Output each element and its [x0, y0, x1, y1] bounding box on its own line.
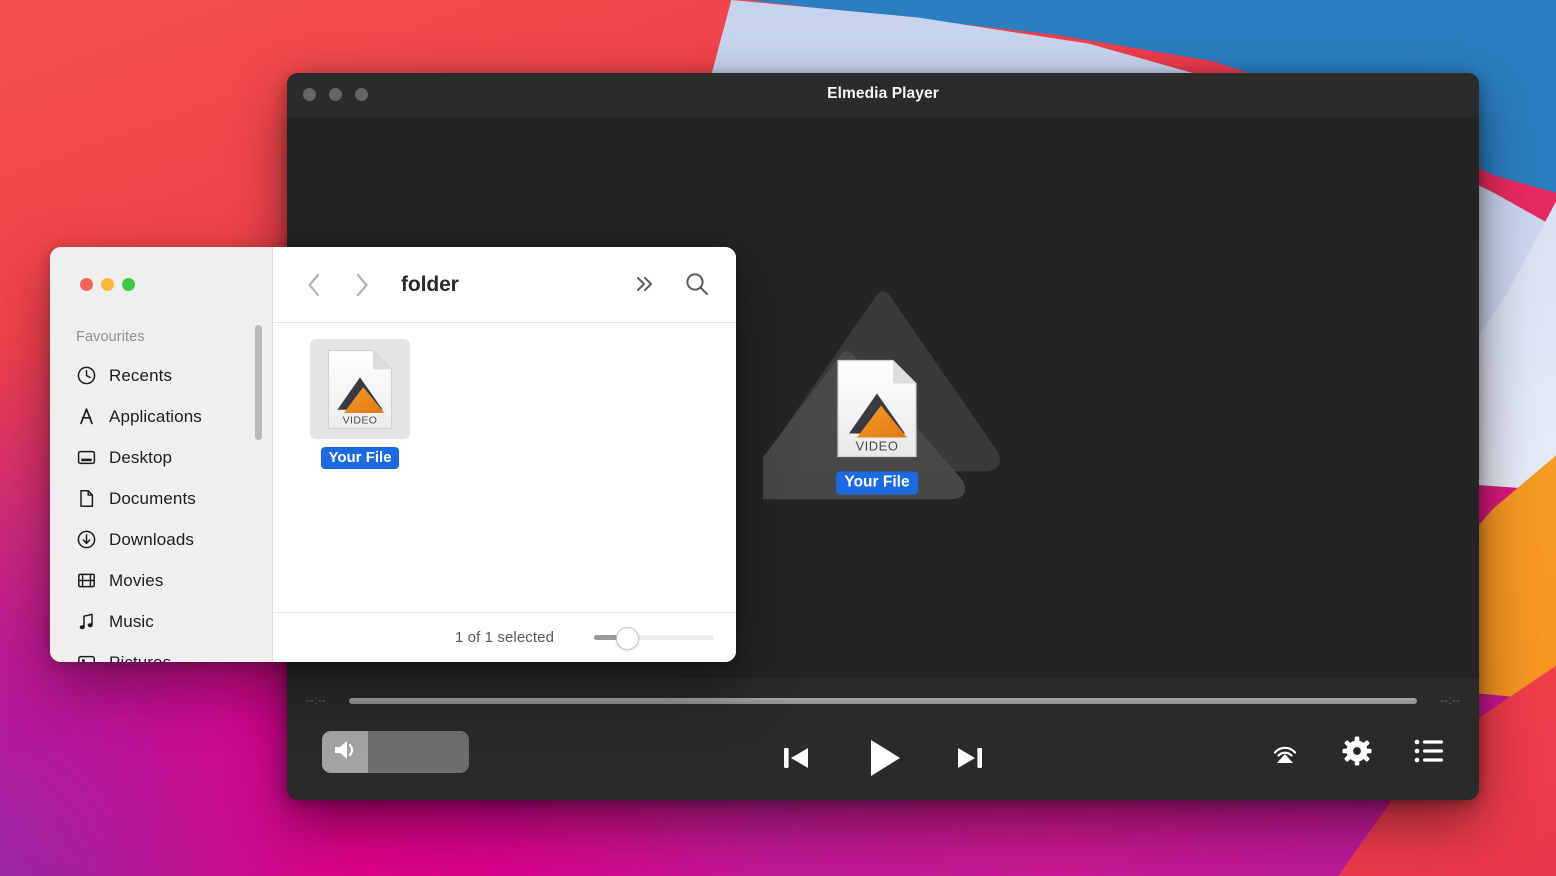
desktop-icon: [76, 448, 96, 468]
search-icon: [686, 273, 708, 295]
remaining-time-label: --:--: [1439, 695, 1461, 707]
sidebar-item-label: Downloads: [109, 529, 195, 549]
play-button[interactable]: [859, 734, 907, 782]
music-note-icon: [76, 612, 96, 632]
finder-sidebar: Favourites Recents Applications Desktop …: [50, 247, 273, 662]
sidebar-item-music[interactable]: Music: [50, 601, 272, 642]
player-title: Elmedia Player: [827, 85, 939, 102]
finder-close-button[interactable]: [80, 278, 93, 291]
finder-toolbar: folder: [273, 247, 736, 323]
video-document-icon-svg: VIDEO: [837, 359, 917, 457]
player-controls-bar: --:-- --:--: [287, 678, 1479, 800]
sidebar-item-recents[interactable]: Recents: [50, 355, 272, 396]
sidebar-item-movies[interactable]: Movies: [50, 560, 272, 601]
elapsed-time-label: --:--: [305, 695, 327, 707]
file-grid-item[interactable]: VIDEO Your File: [305, 339, 415, 469]
playlist-button[interactable]: [1414, 738, 1444, 764]
sidebar-item-label: Music: [109, 611, 154, 631]
finder-folder-title: folder: [401, 272, 459, 296]
finder-traffic-lights: [80, 278, 135, 291]
sidebar-item-label: Desktop: [109, 447, 173, 467]
player-timeline-row: --:-- --:--: [287, 690, 1479, 712]
finder-file-grid[interactable]: VIDEO Your File: [273, 323, 736, 612]
svg-text:VIDEO: VIDEO: [343, 414, 378, 426]
slider-thumb[interactable]: [616, 626, 639, 650]
previous-track-icon: [784, 748, 808, 768]
video-file-icon: VIDEO: [835, 357, 919, 464]
forward-button[interactable]: [345, 268, 379, 302]
dragged-file-label: Your File: [836, 471, 918, 494]
previous-track-button[interactable]: [779, 741, 813, 775]
back-button[interactable]: [297, 268, 331, 302]
finder-minimize-button[interactable]: [101, 278, 114, 291]
gear-icon: [1342, 736, 1372, 766]
finder-status-bar: 1 of 1 selected: [273, 612, 736, 662]
sidebar-item-documents[interactable]: Documents: [50, 478, 272, 519]
finder-toolbar-right: [628, 267, 714, 301]
player-right-controls: [1270, 736, 1444, 766]
sidebar-item-label: Movies: [109, 570, 164, 590]
sidebar-item-applications[interactable]: Applications: [50, 396, 272, 437]
sidebar-scrollbar[interactable]: [255, 325, 262, 440]
airplay-button[interactable]: [1270, 736, 1300, 766]
video-document-icon-svg: VIDEO: [327, 349, 393, 429]
player-progress-slider[interactable]: [349, 698, 1417, 704]
airplay-icon: [1273, 746, 1297, 763]
finder-main-pane: folder VIDEO Your File 1 of 1 selected: [273, 247, 736, 662]
player-buttons-row: [287, 716, 1479, 800]
picture-icon: [76, 653, 96, 662]
sidebar-item-label: Pictures: [109, 652, 172, 663]
applications-icon: [76, 407, 96, 427]
sidebar-item-pictures[interactable]: Pictures: [50, 642, 272, 662]
sidebar-item-label: Recents: [109, 365, 173, 385]
svg-text:VIDEO: VIDEO: [856, 438, 899, 453]
document-icon: [76, 489, 96, 509]
next-track-button[interactable]: [953, 741, 987, 775]
chevron-double-right-icon: [637, 277, 652, 291]
film-icon: [76, 571, 96, 591]
selection-status-text: 1 of 1 selected: [454, 629, 555, 646]
speaker-icon-svg: [335, 740, 354, 759]
chevron-left-icon: [308, 273, 320, 296]
sidebar-item-label: Documents: [109, 488, 196, 508]
sidebar-section-header: Favourites: [76, 329, 145, 345]
volume-slider[interactable]: [322, 731, 469, 773]
chevron-right-icon: [356, 273, 368, 296]
play-icon: [871, 740, 900, 776]
download-icon: [76, 530, 96, 550]
player-transport-controls: [779, 734, 987, 782]
desktop: Elmedia Player VIDEO Your File --:-- --:…: [0, 0, 1556, 876]
dragged-file-item[interactable]: VIDEO Your File: [835, 357, 919, 494]
speaker-icon[interactable]: [333, 739, 359, 766]
file-thumbnail: VIDEO: [310, 339, 410, 439]
settings-button[interactable]: [1342, 736, 1372, 766]
icon-size-slider[interactable]: [594, 626, 714, 650]
clock-icon: [76, 366, 96, 386]
file-name-label: Your File: [321, 447, 399, 469]
sidebar-list: Recents Applications Desktop Documents D…: [50, 355, 272, 662]
sidebar-item-downloads[interactable]: Downloads: [50, 519, 272, 560]
next-track-icon: [958, 748, 982, 768]
sidebar-item-desktop[interactable]: Desktop: [50, 437, 272, 478]
finder-zoom-button[interactable]: [122, 278, 135, 291]
more-toolbar-items-button[interactable]: [628, 267, 662, 301]
playlist-icon: [1414, 739, 1443, 763]
finder-window[interactable]: Favourites Recents Applications Desktop …: [50, 247, 736, 662]
sidebar-item-label: Applications: [109, 406, 202, 426]
player-titlebar: Elmedia Player: [287, 73, 1479, 117]
search-button[interactable]: [680, 267, 714, 301]
